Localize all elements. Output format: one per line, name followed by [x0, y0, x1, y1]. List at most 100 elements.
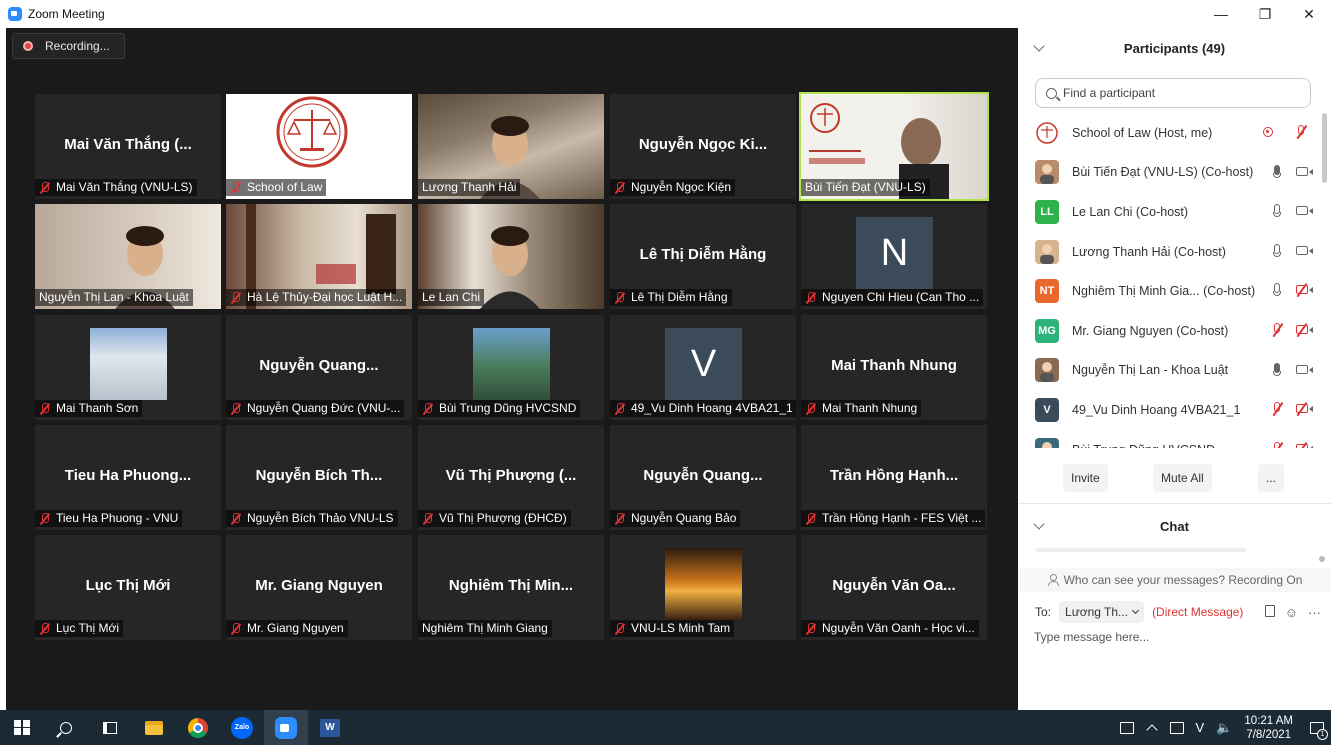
- record-dot-icon: [23, 41, 33, 51]
- volume-icon[interactable]: 🔈: [1216, 720, 1232, 736]
- zoom-taskbar-button[interactable]: [264, 710, 308, 745]
- network-icon[interactable]: [1169, 721, 1184, 734]
- mic-stand-icon: [1273, 212, 1281, 218]
- video-tile[interactable]: Mr. Giang Nguyen Mr. Giang Nguyen: [226, 535, 412, 640]
- video-tile[interactable]: Lục Thị Mới Lục Thị Mới: [35, 535, 221, 640]
- keyboard-icon[interactable]: [1119, 721, 1134, 734]
- restore-button[interactable]: ❐: [1243, 0, 1287, 28]
- close-button[interactable]: ✕: [1287, 0, 1331, 28]
- invite-button[interactable]: Invite: [1063, 464, 1108, 492]
- video-tile[interactable]: School of Law: [226, 94, 412, 199]
- participant-row[interactable]: Bùi Tiến Đạt (VNU-LS) (Co-host): [1018, 153, 1318, 193]
- participant-row[interactable]: Bùi Trung Dũng HVCSND: [1018, 430, 1318, 448]
- video-tile[interactable]: Nguyễn Bích Th... Nguyễn Bích Thảo VNU-LS: [226, 425, 412, 530]
- video-tile[interactable]: Mai Thanh Sơn: [35, 315, 221, 420]
- search-icon: [1046, 87, 1057, 99]
- recording-indicator[interactable]: Recording...: [12, 33, 125, 59]
- video-tile[interactable]: Trần Hồng Hạnh... Trần Hồng Hạnh - FES Vi…: [801, 425, 987, 530]
- chat-visibility-notice[interactable]: Who can see your messages? Recording On: [1018, 568, 1331, 592]
- muted-mic-icon: [614, 512, 626, 525]
- participant-row[interactable]: MG Mr. Giang Nguyen (Co-host): [1018, 311, 1318, 351]
- zalo-button[interactable]: Zalo: [220, 710, 264, 745]
- video-tile[interactable]: Nguyễn Văn Oa... Nguyễn Văn Oanh - Học vi…: [801, 535, 987, 640]
- mute-all-button[interactable]: Mute All: [1153, 464, 1212, 492]
- muted-mic-icon: [805, 291, 817, 304]
- tile-label-text: School of Law: [247, 180, 323, 194]
- video-tile[interactable]: Bùi Tiến Đạt (VNU-LS): [799, 92, 989, 201]
- video-tile[interactable]: Tieu Ha Phuong... Tieu Ha Phuong - VNU: [35, 425, 221, 530]
- video-tile[interactable]: Nguyễn Thị Lan - Khoa Luật: [35, 204, 221, 309]
- minimize-button[interactable]: —: [1199, 0, 1243, 28]
- camera-icon[interactable]: [1296, 245, 1313, 255]
- tile-name-label: Bùi Tiến Đạt (VNU-LS): [801, 179, 930, 196]
- tile-name-label: Nguyễn Quang Đức (VNU-...: [226, 400, 405, 417]
- video-tile[interactable]: N Nguyen Chi Hieu (Can Tho ...: [801, 204, 987, 309]
- participant-scrollbar[interactable]: [1322, 113, 1327, 448]
- chrome-button[interactable]: [176, 710, 220, 745]
- task-view-button[interactable]: [88, 710, 132, 745]
- zoom-icon: [275, 716, 297, 739]
- avatar: [1035, 120, 1059, 145]
- participant-search[interactable]: [1035, 78, 1311, 108]
- video-tile[interactable]: Bùi Trung Dũng HVCSND: [418, 315, 604, 420]
- camera-icon[interactable]: [1296, 364, 1313, 374]
- chat-more-button[interactable]: ···: [1308, 605, 1321, 620]
- panel-divider: [1018, 503, 1331, 504]
- file-icon[interactable]: [1264, 604, 1275, 617]
- taskbar-clock[interactable]: 10:21 AM 7/8/2021: [1244, 714, 1293, 742]
- emoji-icon[interactable]: ☺: [1285, 605, 1298, 620]
- clock-date: 7/8/2021: [1246, 728, 1292, 741]
- participant-row[interactable]: Nguyễn Thị Lan - Khoa Luật: [1018, 351, 1318, 391]
- chevron-up-icon[interactable]: [1145, 723, 1158, 736]
- notification-center-button[interactable]: 1: [1303, 710, 1331, 745]
- video-tile[interactable]: VNU-LS Minh Tam: [610, 535, 796, 640]
- more-options-button[interactable]: ...: [1258, 464, 1285, 492]
- chat-message-input[interactable]: [1034, 630, 1314, 644]
- participant-row[interactable]: LL Le Lan Chi (Co-host): [1018, 192, 1318, 232]
- start-button[interactable]: [0, 710, 44, 745]
- video-tile[interactable]: Lương Thanh Hải: [418, 94, 604, 199]
- vpn-icon[interactable]: V: [1196, 720, 1205, 735]
- video-tile[interactable]: Mai Thanh Nhung Mai Thanh Nhung: [801, 315, 987, 420]
- folder-icon: [145, 720, 163, 735]
- tile-name-label: Tieu Ha Phuong - VNU: [35, 510, 183, 527]
- video-tile[interactable]: Mai Văn Thắng (... Mai Văn Thắng (VNU-LS): [35, 94, 221, 199]
- muted-mic-icon: [805, 402, 817, 415]
- file-explorer-button[interactable]: [132, 710, 176, 745]
- video-tile[interactable]: Nghiêm Thị Min... Nghiêm Thị Minh Giang: [418, 535, 604, 640]
- video-tile[interactable]: Le Lan Chi: [418, 204, 604, 309]
- window-title: Zoom Meeting: [28, 7, 105, 21]
- video-tile[interactable]: Nguyễn Ngọc Ki... Nguyễn Ngọc Kiện: [610, 94, 796, 199]
- recipient-dropdown[interactable]: Lương Th...: [1059, 601, 1145, 623]
- video-tile[interactable]: Vũ Thị Phượng (... Vũ Thị Phượng (ĐHCĐ): [418, 425, 604, 530]
- tile-name-label: Nguyễn Văn Oanh - Học vi...: [801, 620, 979, 637]
- camera-icon[interactable]: [1296, 206, 1313, 216]
- word-button[interactable]: W: [308, 710, 352, 745]
- avatar: [1035, 358, 1059, 383]
- video-tile[interactable]: V 49_Vu Dinh Hoang 4VBA21_1: [610, 315, 796, 420]
- participant-row[interactable]: V 49_Vu Dinh Hoang 4VBA21_1: [1018, 390, 1318, 430]
- participant-row[interactable]: NT Nghiêm Thị Minh Gia... (Co-host): [1018, 271, 1318, 311]
- chat-title: Chat: [1160, 518, 1189, 534]
- video-tile[interactable]: Hà Lệ Thủy-Đại học Luật H...: [226, 204, 412, 309]
- participant-search-input[interactable]: [1063, 86, 1283, 100]
- muted-mic-icon: [614, 402, 626, 415]
- title-bar: Zoom Meeting — ❐ ✕: [0, 0, 1331, 28]
- taskbar-search-button[interactable]: [44, 710, 88, 745]
- scroll-thumb[interactable]: [1322, 113, 1327, 183]
- participant-row[interactable]: Lương Thanh Hải (Co-host): [1018, 232, 1318, 272]
- tile-name-label: Bùi Trung Dũng HVCSND: [418, 400, 581, 417]
- muted-mic-icon: [230, 622, 242, 635]
- tile-name-label: Nguyễn Quang Bảo: [610, 510, 741, 527]
- video-tile[interactable]: Lê Thị Diễm Hằng Lê Thị Diễm Hằng: [610, 204, 796, 309]
- video-tile[interactable]: Nguyễn Quang... Nguyễn Quang Bảo: [610, 425, 796, 530]
- mic-stand-icon: [1273, 251, 1281, 257]
- video-tile[interactable]: Nguyễn Quang... Nguyễn Quang Đức (VNU-...: [226, 315, 412, 420]
- tile-label-text: Mai Thanh Sơn: [56, 401, 139, 415]
- muted-mic-icon: [805, 512, 817, 525]
- camera-icon[interactable]: [1296, 166, 1313, 176]
- chat-scrollbar[interactable]: [1319, 556, 1325, 562]
- avatar: [1035, 160, 1059, 185]
- participant-row[interactable]: School of Law (Host, me): [1018, 113, 1318, 153]
- avatar: NT: [1035, 279, 1059, 304]
